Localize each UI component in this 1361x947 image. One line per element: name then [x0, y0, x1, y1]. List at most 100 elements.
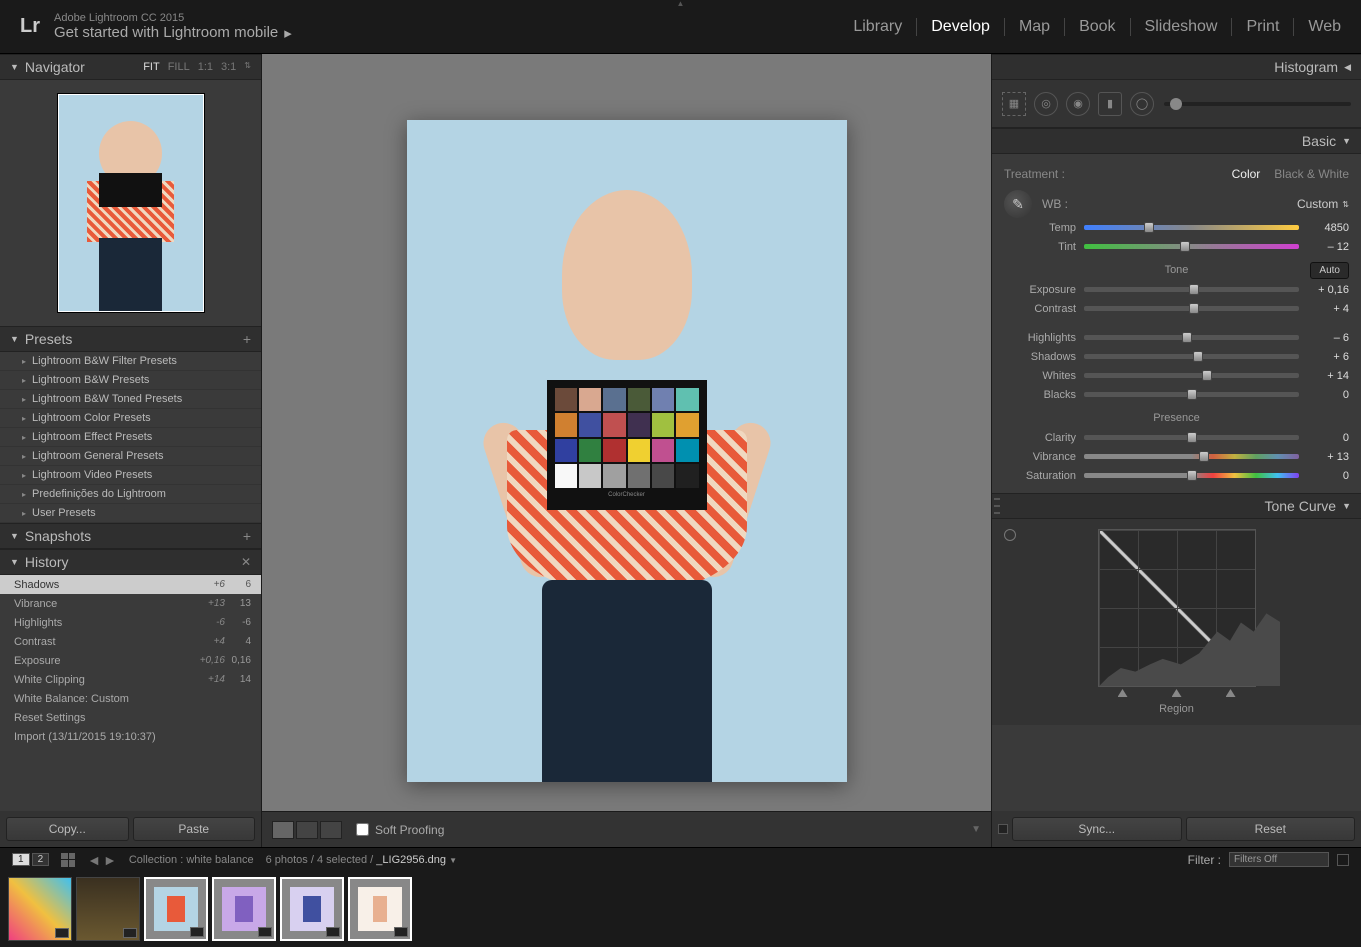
loupe-view-icon[interactable]	[272, 821, 294, 839]
history-step[interactable]: Shadows+66	[0, 575, 261, 594]
panel-switch-icon[interactable]	[998, 824, 1008, 834]
preset-folder[interactable]: Lightroom B&W Toned Presets	[0, 390, 261, 409]
vibrance-slider[interactable]: Vibrance+ 13	[1004, 447, 1349, 466]
grid-view-icon[interactable]	[61, 853, 75, 867]
module-tab-library[interactable]: Library	[839, 18, 917, 36]
module-tab-book[interactable]: Book	[1065, 18, 1130, 36]
panel-grip-icon[interactable]	[994, 498, 1000, 514]
preset-folder[interactable]: Lightroom B&W Presets	[0, 371, 261, 390]
soft-proofing-toggle[interactable]: Soft Proofing	[356, 823, 444, 837]
crop-tool-icon[interactable]: ▦	[1002, 92, 1026, 116]
clear-history-icon[interactable]: ✕	[241, 555, 251, 569]
mobile-link[interactable]: Get started with Lightroom mobile▸	[54, 24, 292, 42]
zoom-fill[interactable]: FILL	[168, 61, 190, 73]
soft-proofing-checkbox[interactable]	[356, 823, 369, 836]
presets-header[interactable]: ▼ Presets +	[0, 326, 261, 352]
snapshots-header[interactable]: ▼ Snapshots +	[0, 523, 261, 549]
sync-button[interactable]: Sync...	[1012, 817, 1182, 841]
curve-region-handles[interactable]	[1098, 689, 1256, 697]
compare-view-icon[interactable]	[296, 821, 318, 839]
contrast-slider[interactable]: Contrast+ 4	[1004, 299, 1349, 318]
saturation-slider[interactable]: Saturation0	[1004, 466, 1349, 485]
filmstrip-thumb[interactable]	[76, 877, 140, 941]
display-1-button[interactable]: 1	[12, 853, 30, 866]
histogram-header[interactable]: Histogram ◀	[992, 54, 1361, 80]
tonecurve-header[interactable]: Tone Curve ▼	[992, 493, 1361, 519]
clarity-slider[interactable]: Clarity0	[1004, 428, 1349, 447]
navigator-header[interactable]: ▼ Navigator FITFILL1:13:1⇅	[0, 54, 261, 80]
history-step[interactable]: White Balance: Custom	[0, 689, 261, 708]
treatment-color[interactable]: Color	[1232, 167, 1261, 181]
collection-path[interactable]: Collection : white balance	[129, 854, 254, 866]
grad-filter-icon[interactable]: ▮	[1098, 92, 1122, 116]
reset-button[interactable]: Reset	[1186, 817, 1356, 841]
preset-folder[interactable]: User Presets	[0, 504, 261, 523]
filmstrip-thumb[interactable]	[348, 877, 412, 941]
navigator-preview[interactable]	[0, 80, 261, 326]
history-step[interactable]: Reset Settings	[0, 708, 261, 727]
whites-slider[interactable]: Whites+ 14	[1004, 366, 1349, 385]
shadows-slider[interactable]: Shadows+ 6	[1004, 347, 1349, 366]
blacks-slider[interactable]: Blacks0	[1004, 385, 1349, 404]
wb-dropdown[interactable]: Custom⇅	[1297, 197, 1349, 211]
history-header[interactable]: ▼ History ✕	[0, 549, 261, 575]
module-tab-web[interactable]: Web	[1294, 18, 1341, 36]
filmstrip-thumb[interactable]	[8, 877, 72, 941]
spot-tool-icon[interactable]: ◎	[1034, 92, 1058, 116]
redeye-tool-icon[interactable]: ◉	[1066, 92, 1090, 116]
preset-folder[interactable]: Lightroom Effect Presets	[0, 428, 261, 447]
brush-size-slider[interactable]	[1164, 102, 1351, 106]
filter-dropdown[interactable]: Filters Off	[1229, 852, 1329, 867]
history-step[interactable]: White Clipping+1414	[0, 670, 261, 689]
image-preview[interactable]: ColorChecker	[407, 120, 847, 782]
history-step[interactable]: Highlights-6-6	[0, 613, 261, 632]
history-step[interactable]: Import (13/11/2015 19:10:37)	[0, 727, 261, 746]
preset-folder[interactable]: Lightroom Color Presets	[0, 409, 261, 428]
module-tab-map[interactable]: Map	[1005, 18, 1065, 36]
copy-button[interactable]: Copy...	[6, 817, 129, 841]
secondary-display-buttons[interactable]: 1 2	[12, 853, 49, 866]
prev-arrow-icon[interactable]: ◄	[87, 852, 101, 868]
add-snapshot-icon[interactable]: +	[243, 528, 251, 544]
tone-curve-graph[interactable]	[1098, 529, 1256, 687]
chevron-down-icon[interactable]: ▼	[449, 856, 457, 865]
toolbar-collapse-icon[interactable]: ▼	[971, 824, 981, 835]
temp-slider[interactable]: Temp 4850	[1004, 218, 1349, 237]
filter-lock-icon[interactable]	[1337, 854, 1349, 866]
auto-tone-button[interactable]: Auto	[1310, 262, 1349, 279]
filmstrip-thumb[interactable]	[280, 877, 344, 941]
module-tab-develop[interactable]: Develop	[917, 18, 1005, 36]
history-step[interactable]: Vibrance+1313	[0, 594, 261, 613]
zoom-1-1[interactable]: 1:1	[198, 61, 213, 73]
wb-eyedropper-icon[interactable]: ✎	[1004, 190, 1032, 218]
radial-filter-icon[interactable]: ◯	[1130, 92, 1154, 116]
filmstrip-thumb[interactable]	[144, 877, 208, 941]
basic-header[interactable]: Basic ▼	[992, 128, 1361, 154]
module-tab-slideshow[interactable]: Slideshow	[1131, 18, 1233, 36]
preset-folder[interactable]: Lightroom Video Presets	[0, 466, 261, 485]
next-arrow-icon[interactable]: ►	[103, 852, 117, 868]
treatment-blackwhite[interactable]: Black & White	[1274, 167, 1349, 181]
target-adjust-icon[interactable]	[1004, 529, 1016, 541]
display-2-button[interactable]: 2	[32, 853, 50, 866]
current-filename[interactable]: _LIG2956.dng	[376, 854, 446, 866]
zoom-3-1[interactable]: 3:1	[221, 61, 236, 73]
history-step[interactable]: Exposure+0,160,16	[0, 651, 261, 670]
exposure-slider[interactable]: Exposure+ 0,16	[1004, 280, 1349, 299]
view-mode-icons[interactable]	[272, 821, 342, 839]
updown-icon[interactable]: ⇅	[244, 61, 251, 73]
preset-folder[interactable]: Lightroom General Presets	[0, 447, 261, 466]
history-step[interactable]: Contrast+44	[0, 632, 261, 651]
preset-folder[interactable]: Predefinições do Lightroom	[0, 485, 261, 504]
zoom-fit[interactable]: FIT	[143, 61, 160, 73]
tint-slider[interactable]: Tint – 12	[1004, 237, 1349, 256]
nav-arrows[interactable]: ◄►	[87, 852, 117, 868]
survey-view-icon[interactable]	[320, 821, 342, 839]
highlights-slider[interactable]: Highlights– 6	[1004, 328, 1349, 347]
filmstrip[interactable]	[0, 871, 1361, 947]
filmstrip-thumb[interactable]	[212, 877, 276, 941]
module-tab-print[interactable]: Print	[1232, 18, 1294, 36]
paste-button[interactable]: Paste	[133, 817, 256, 841]
panel-collapse-top-icon[interactable]: ▲	[663, 0, 699, 5]
add-preset-icon[interactable]: +	[243, 331, 251, 347]
